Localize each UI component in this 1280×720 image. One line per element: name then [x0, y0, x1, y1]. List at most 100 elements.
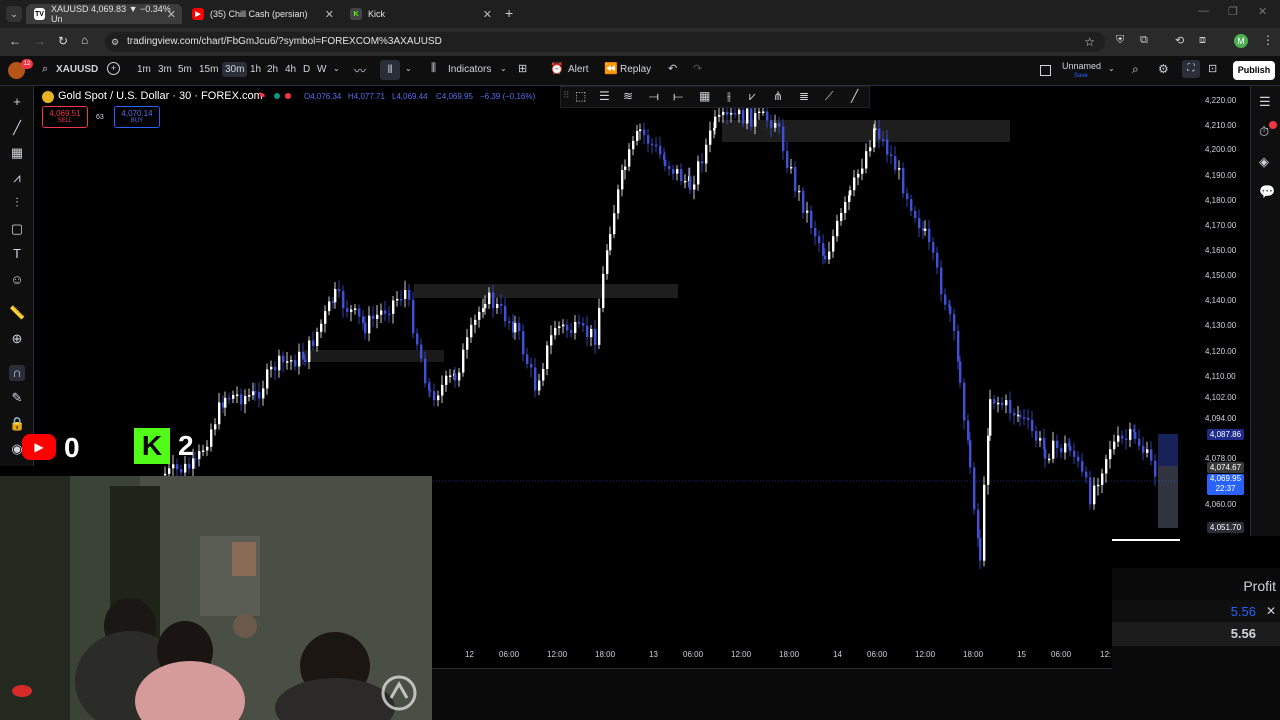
- undo-icon[interactable]: ↶: [668, 62, 677, 75]
- symbol-search-button[interactable]: XAUUSD: [56, 64, 98, 75]
- home-icon[interactable]: ⌂: [81, 33, 88, 47]
- geometric-shapes-icon[interactable]: ▢: [9, 221, 25, 237]
- interval-w[interactable]: W: [317, 64, 326, 75]
- browser-menu-icon[interactable]: ⋮: [1262, 33, 1274, 47]
- text-tool-icon[interactable]: T: [9, 246, 25, 262]
- zoom-in-icon[interactable]: ⊕: [9, 331, 25, 347]
- vertical-line-icon[interactable]: ⫲: [727, 89, 731, 104]
- templates-icon[interactable]: ⊞: [518, 62, 527, 75]
- forecasting-icon[interactable]: ⫶: [9, 195, 25, 211]
- candle-body: [304, 359, 307, 362]
- trend-line-icon[interactable]: ╱: [9, 120, 25, 136]
- forward-icon[interactable]: →: [34, 34, 46, 48]
- compare-symbol-icon[interactable]: +: [107, 62, 120, 75]
- alarm-clock-icon[interactable]: ⏰: [550, 62, 564, 75]
- pitchfork-icon[interactable]: ⋔: [773, 89, 783, 103]
- shield-icon[interactable]: ⛨: [1116, 34, 1124, 47]
- tab-youtube[interactable]: ▶ (35) Chill Cash (persian) ✕: [184, 4, 340, 24]
- layout-name[interactable]: Unnamed: [1062, 61, 1101, 71]
- interval-15m[interactable]: 15m: [199, 64, 218, 75]
- window-maximize-icon[interactable]: ❐: [1228, 5, 1238, 18]
- interval-2h[interactable]: 2h: [267, 64, 278, 75]
- bookmark-star-icon[interactable]: ☆: [1084, 32, 1095, 52]
- interval-1h[interactable]: 1h: [250, 64, 261, 75]
- profile-avatar[interactable]: M: [1234, 34, 1248, 48]
- tab-tradingview[interactable]: TV XAUUSD 4,069.83 ▼ −0.34% Un ✕: [26, 4, 182, 24]
- close-tab-icon[interactable]: ✕: [325, 8, 334, 21]
- ruler-icon[interactable]: 📏: [9, 305, 25, 321]
- chat-icon[interactable]: 💬: [1259, 184, 1275, 200]
- settings-gear-icon[interactable]: ⚙: [1158, 62, 1169, 76]
- alert-button[interactable]: Alert: [568, 64, 589, 75]
- rewind-icon[interactable]: ⏪: [604, 62, 618, 75]
- drag-handle-icon[interactable]: ⠿: [563, 90, 570, 101]
- lock-icon[interactable]: 🔒: [9, 416, 25, 432]
- magnet-icon[interactable]: ∩: [9, 365, 25, 381]
- interval-dropdown-icon[interactable]: ⌄: [333, 64, 340, 73]
- line-chart-icon[interactable]: 〰: [354, 62, 366, 79]
- fullscreen-icon[interactable]: ⛶: [1182, 60, 1200, 78]
- interval-d[interactable]: D: [303, 64, 310, 75]
- sell-button[interactable]: 4,069.51 SELL: [42, 106, 88, 128]
- brush-icon[interactable]: ⟋: [825, 89, 833, 104]
- indicators-icon[interactable]: ⫼: [431, 62, 436, 75]
- redo-icon[interactable]: ↷: [693, 62, 702, 75]
- history-icon[interactable]: ⟲: [1175, 34, 1184, 47]
- close-tab-icon[interactable]: ✕: [483, 8, 492, 21]
- time-axis[interactable]: 12 06:00 12:00 18:00 13 06:00 12:00 18:0…: [432, 648, 1112, 664]
- interval-1m[interactable]: 1m: [137, 64, 151, 75]
- emoji-icon[interactable]: ☺: [9, 272, 25, 288]
- alerts-clock-icon[interactable]: ⏱: [1259, 124, 1269, 140]
- parallel-channel-icon[interactable]: ☰: [599, 89, 610, 103]
- layers-icon[interactable]: ◈: [1259, 154, 1269, 170]
- extensions-icon[interactable]: ⧉: [1140, 34, 1148, 47]
- layout-square-icon[interactable]: [1040, 65, 1051, 76]
- interval-3m[interactable]: 3m: [158, 64, 172, 75]
- fib-icon[interactable]: ≣: [799, 89, 809, 103]
- price-axis[interactable]: 4,220.00 4,210.00 4,200.00 4,190.00 4,18…: [1180, 86, 1250, 536]
- tab-search-icon[interactable]: ⌄: [6, 6, 22, 22]
- translate-icon[interactable]: ⧈: [1199, 34, 1206, 47]
- stay-drawing-icon[interactable]: ✎: [9, 390, 25, 406]
- notification-badge: 12: [21, 59, 33, 69]
- candle-body: [1056, 440, 1059, 449]
- buy-button[interactable]: 4,070.14 BUY: [114, 106, 160, 128]
- url-field[interactable]: ⚙ tradingview.com/chart/FbGmJcu6/?symbol…: [105, 32, 1105, 52]
- quick-search-icon[interactable]: ⌕: [1132, 62, 1139, 77]
- candles-chart-icon[interactable]: ⫴: [380, 60, 400, 80]
- interval-30m[interactable]: 30m: [222, 62, 248, 77]
- ray-icon[interactable]: ⟞: [649, 89, 659, 104]
- horizontal-ray-icon[interactable]: ⟝: [673, 89, 683, 104]
- window-close-icon[interactable]: ✕: [1258, 5, 1267, 18]
- window-minimize-icon[interactable]: —: [1198, 5, 1209, 17]
- interval-4h[interactable]: 4h: [285, 64, 296, 75]
- search-icon[interactable]: ⌕: [42, 63, 48, 76]
- interval-5m[interactable]: 5m: [178, 64, 192, 75]
- replay-button[interactable]: Replay: [620, 64, 651, 75]
- publish-button[interactable]: Publish: [1233, 61, 1275, 80]
- layout-dropdown-icon[interactable]: ⌄: [1108, 64, 1115, 73]
- regression-icon[interactable]: ≋: [623, 89, 633, 103]
- profit-value: 5.56: [1230, 604, 1256, 619]
- line-tool-icon[interactable]: ╱: [851, 89, 858, 103]
- back-icon[interactable]: ←: [9, 34, 21, 48]
- watchlist-icon[interactable]: ☰: [1259, 94, 1271, 110]
- symbol-title[interactable]: Gold Spot / U.S. Dollar · 30 · FOREX.com: [58, 90, 263, 102]
- crosshair-icon[interactable]: +: [9, 94, 25, 110]
- close-tab-icon[interactable]: ✕: [167, 8, 176, 21]
- tab-kick[interactable]: K Kick ✕: [342, 4, 498, 24]
- chart-type-dropdown-icon[interactable]: ⌄: [405, 64, 412, 73]
- close-position-icon[interactable]: ✕: [1266, 604, 1276, 618]
- reload-icon[interactable]: ↻: [58, 34, 68, 48]
- rectangle-tool-icon[interactable]: ⬚: [575, 89, 586, 103]
- grid-tool-icon[interactable]: ▦: [699, 89, 710, 103]
- site-info-icon[interactable]: ⚙: [111, 32, 119, 52]
- time-tick: 06:00: [1051, 650, 1072, 659]
- indicators-dropdown-icon[interactable]: ⌄: [500, 64, 507, 73]
- new-tab-button[interactable]: +: [505, 5, 513, 21]
- camera-icon[interactable]: ⊡: [1208, 62, 1217, 75]
- gann-fib-icon[interactable]: ▦: [9, 145, 25, 161]
- pattern-icon[interactable]: ⩘: [9, 170, 25, 186]
- path-icon[interactable]: ⩗: [749, 89, 756, 104]
- indicators-button[interactable]: Indicators: [448, 64, 491, 75]
